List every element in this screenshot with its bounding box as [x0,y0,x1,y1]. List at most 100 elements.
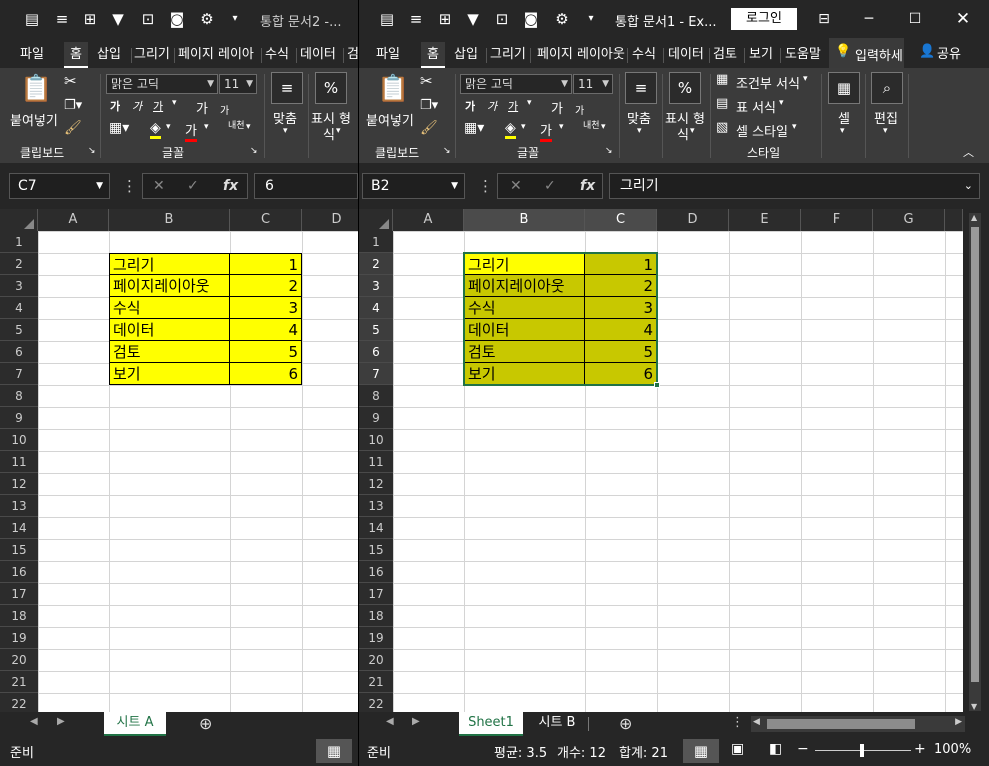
row-header-19[interactable]: 19 [0,627,38,649]
bold-icon[interactable]: 가 [465,98,475,114]
font-name-combo[interactable]: 맑은 고딕 ▼ [106,74,218,94]
left-worksheet-grid[interactable]: A B C D 1 2 3 4 5 6 7 8 9 10 11 12 13 14 15 16 17 18 19 20 21 22 그… [0,209,358,712]
borders-icon[interactable]: ▦▾ [464,120,484,136]
row-header-20[interactable]: 20 [359,649,393,671]
row-header-12[interactable]: 12 [359,473,393,495]
name-box[interactable]: B2 ▼ [362,173,465,199]
paste-label[interactable]: 붙여넣기 [10,110,58,129]
row-header-2[interactable]: 2 [0,253,38,275]
right-worksheet-grid[interactable]: A B C D E F G 1 2 3 4 5 6 7 8 9 10 11 12 13 14 15 16 17 18 19 20 21… [359,209,963,712]
row-header-13[interactable]: 13 [0,495,38,517]
grow-font-icon[interactable]: 가 [196,98,208,117]
copy-icon[interactable]: ❐▾ [420,98,438,113]
login-button[interactable]: 로그인 [731,8,797,30]
name-box[interactable]: C7 ▼ [9,173,110,199]
scroll-down-icon[interactable]: ▼ [971,702,977,711]
row-header-3[interactable]: 3 [0,275,38,297]
cell-style-icon[interactable]: ▧ [716,120,728,135]
autosave-icon[interactable]: ▤ [22,9,42,29]
tab-file[interactable]: 파일 [20,42,44,68]
row-header-13[interactable]: 13 [359,495,393,517]
dialog-launcher-icon[interactable]: ↘ [250,146,258,156]
prev-sheet-icon[interactable]: ◀ [386,716,394,727]
grow-font-icon[interactable]: 가 [551,98,563,117]
tab-data[interactable]: 데이터 [300,42,336,68]
cut-icon[interactable]: ✂ [420,72,433,90]
chevron-down-icon[interactable]: ▾ [792,122,797,132]
row-header-15[interactable]: 15 [359,539,393,561]
select-all-corner[interactable] [0,209,38,231]
h-scroll-thumb[interactable] [767,719,915,729]
align-label[interactable]: 맞춤 [273,108,297,127]
font-name-combo[interactable]: 맑은 고딕 ▼ [460,74,572,94]
tab-draw[interactable]: 그리기 [134,42,170,68]
table-format-label[interactable]: 표 서식 [736,97,776,116]
horizontal-scrollbar[interactable]: ◀ ▶ [751,716,965,732]
more-icon[interactable]: ⋮ [122,177,137,195]
row-header-5[interactable]: 5 [359,319,393,341]
fill-handle[interactable] [654,382,660,388]
tab-help[interactable]: 도움말 [785,42,821,68]
column-header-a[interactable]: A [38,209,109,231]
tab-page-layout[interactable]: 페이지 레이아웃 [537,42,625,68]
underline-icon[interactable]: 가 [153,98,163,114]
enter-icon[interactable]: ✓ [544,174,556,198]
more-icon[interactable]: ⋮ [478,177,493,195]
tab-formulas[interactable]: 수식 [265,42,289,68]
chevron-down-icon[interactable]: ▾ [840,126,845,136]
table-cell-b2[interactable]: 그리기 [109,253,230,275]
row-header-21[interactable]: 21 [359,671,393,693]
borders-icon[interactable]: ⊞ [80,9,100,29]
sheet-tab-sheet1[interactable]: Sheet1 [459,712,523,736]
row-header-8[interactable]: 8 [359,385,393,407]
chevron-down-icon[interactable]: ▾ [883,126,888,136]
tab-review[interactable]: 검 [347,42,358,68]
column-header-e[interactable]: E [729,209,801,231]
fill-color-icon[interactable]: ◈ [505,120,516,139]
row-header-1[interactable]: 1 [0,231,38,253]
search-icon[interactable]: ⌕ [871,72,903,104]
column-header-g[interactable]: G [873,209,945,231]
share-settings-icon[interactable]: ⚙ [552,9,572,29]
font-color-icon[interactable]: 가 [185,120,197,142]
zoom-out-icon[interactable]: − [797,741,809,757]
row-header-6[interactable]: 6 [359,341,393,363]
table-cell-c6[interactable]: 5 [230,341,302,363]
row-header-12[interactable]: 12 [0,473,38,495]
cells-label[interactable]: 셀 [838,108,850,127]
tab-insert[interactable]: 삽입 [454,42,478,68]
phonetic-icon[interactable]: 내천 [228,118,245,131]
share-settings-icon[interactable]: ⚙ [197,9,217,29]
chevron-down-icon[interactable]: ▾ [803,74,808,84]
expand-formula-icon[interactable]: ⌄ [964,174,973,198]
tab-file[interactable]: 파일 [376,42,400,68]
row-header-7[interactable]: 7 [0,363,38,385]
table-cell-b5[interactable]: 데이터 [109,319,230,341]
underline-icon[interactable]: 가 [508,98,518,114]
column-header-a[interactable]: A [393,209,464,231]
chevron-down-icon[interactable]: ▾ [690,126,695,136]
customize-qat-icon[interactable]: ▾ [581,9,601,29]
column-header-b[interactable]: B [464,209,585,231]
filter-icon[interactable]: ▼ [108,9,128,29]
row-header-10[interactable]: 10 [0,429,38,451]
tab-review[interactable]: 검토 [713,42,737,68]
row-header-19[interactable]: 19 [359,627,393,649]
next-sheet-icon[interactable]: ▶ [412,716,420,727]
fill-color-icon[interactable]: ◈ [150,120,161,139]
row-header-11[interactable]: 11 [0,451,38,473]
row-header-9[interactable]: 9 [359,407,393,429]
paste-icon[interactable]: 📋 [377,74,409,104]
chevron-down-icon[interactable]: ▾ [172,98,177,108]
minimize-icon[interactable]: ─ [859,9,879,29]
shrink-font-icon[interactable]: 가 [575,102,584,117]
tab-insert[interactable]: 삽입 [97,42,121,68]
tab-home[interactable]: 홈 [64,42,88,68]
sheet-tab-a[interactable]: 시트 A [104,712,166,736]
column-header-d[interactable]: D [302,209,358,231]
format-painter-icon[interactable]: 🖌 [420,120,438,136]
table-cell-c3[interactable]: 2 [230,275,302,297]
insert-function-icon[interactable]: fx [223,174,238,198]
scroll-up-icon[interactable]: ▲ [971,213,977,222]
insert-function-icon[interactable]: fx [580,174,595,198]
